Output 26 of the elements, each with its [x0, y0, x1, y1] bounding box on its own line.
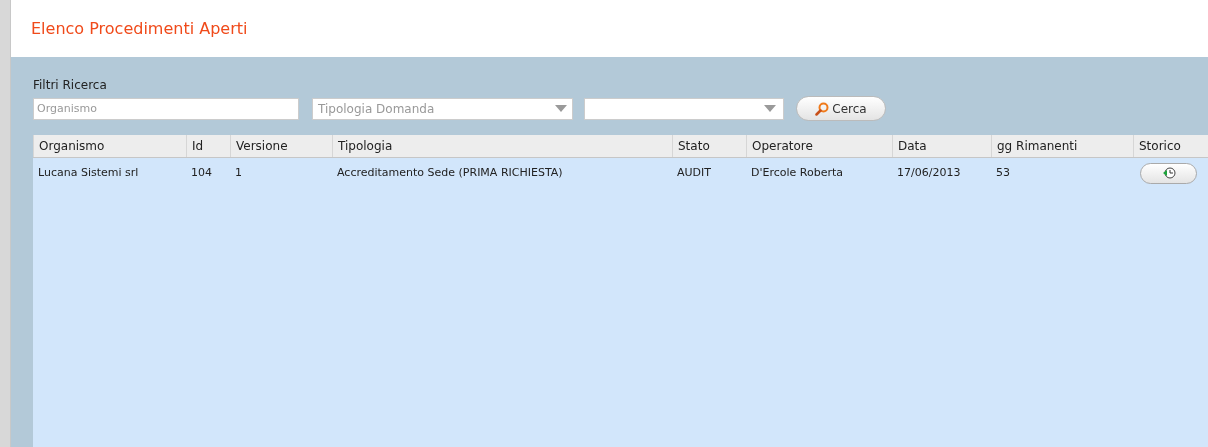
organismo-field[interactable]: Organismo [33, 97, 299, 120]
column-header[interactable]: Id [186, 135, 230, 157]
column-header[interactable]: Storico [1133, 135, 1208, 157]
history-button[interactable] [1140, 162, 1197, 184]
column-header[interactable]: Versione [230, 135, 332, 157]
table-cell-text: 104 [190, 164, 213, 181]
table-cell-text: 1 [234, 164, 243, 181]
page-title: Elenco Procedimenti Aperti [31, 17, 248, 40]
filters-label: Filtri Ricerca [33, 77, 108, 93]
column-header[interactable]: Data [892, 135, 991, 157]
table-cell-text: Accreditamento Sede (PRIMA RICHIESTA) [336, 164, 564, 181]
column-header[interactable]: Organismo [33, 135, 186, 157]
dropdown[interactable] [584, 97, 784, 120]
column-header[interactable]: Operatore [746, 135, 892, 157]
dropdown-arrow-icon [764, 105, 776, 112]
table-cell-text: 17/06/2013 [896, 164, 962, 181]
dropdown-arrow-icon [555, 105, 567, 112]
search-button[interactable]: Cerca [796, 96, 886, 121]
column-header[interactable]: Stato [672, 135, 746, 157]
table-cell-text: Lucana Sistemi srl [37, 164, 140, 181]
table-cell-text: D'Ercole Roberta [750, 164, 845, 181]
column-header[interactable]: Tipologia [332, 135, 672, 157]
column-header[interactable]: gg Rimanenti [991, 135, 1133, 157]
table-cell-text: AUDIT [676, 164, 712, 181]
search-icon [815, 101, 830, 116]
table-cell-text: 53 [995, 164, 1011, 181]
